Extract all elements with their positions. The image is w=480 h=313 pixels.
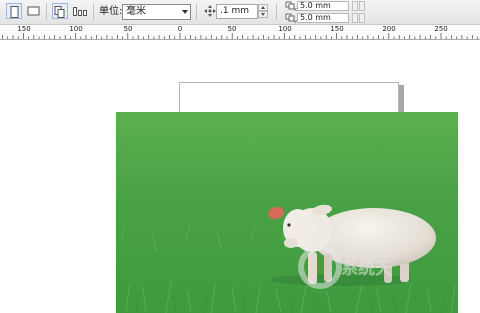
ruler-label: 0 [177,25,183,33]
nudge-distance-icon [204,5,216,17]
nudge-increase-button[interactable] [258,4,268,11]
sheep-on-grass-image: 系统天 [116,112,458,313]
unit-label: 单位: [99,6,123,17]
arrow-up-icon [261,6,265,9]
page-shadow [399,85,404,115]
unit-select-value: 毫米 [126,6,146,17]
horizontal-ruler[interactable]: 150 100 50 0 50 100 150 200 250 [0,25,480,40]
toolbar-separator [276,3,277,20]
ruler-label: 50 [227,25,237,33]
duplicate-y-spinner[interactable] [359,13,365,23]
ruler-label: 150 [330,25,344,33]
landscape-orientation-button[interactable] [26,3,42,19]
toolbar-separator [196,3,197,20]
arrow-down-icon [261,13,265,16]
current-page-icon [73,7,87,16]
duplicate-x-spinner[interactable] [352,1,358,11]
landscape-page-icon [27,6,40,16]
current-page-layout-button[interactable] [72,3,88,19]
toolbar-separator [46,3,47,20]
portrait-orientation-button[interactable] [6,3,22,19]
chevron-down-icon [182,10,188,14]
property-bar: 单位: 毫米 .1 mm x 5.0 mm y 5.0 mm [0,0,480,25]
duplicate-distance-x-input[interactable]: 5.0 mm [297,1,349,11]
ruler-label: 50 [123,25,133,33]
ruler-label: 100 [69,25,83,33]
ruler-label: 150 [17,25,31,33]
unit-select[interactable]: 毫米 [122,4,191,20]
all-pages-icon [54,6,65,18]
ruler-label: 200 [382,25,396,33]
ruler-label: 100 [278,25,292,33]
all-pages-layout-button[interactable] [52,3,68,19]
duplicate-distance-y-input[interactable]: 5.0 mm [297,13,349,23]
sheep-photo[interactable]: 系统天 [116,112,458,313]
nudge-distance-input[interactable]: .1 mm [216,4,258,19]
toolbar-separator [93,3,94,20]
ruler-label: 250 [434,25,448,33]
duplicate-x-spinner[interactable] [359,1,365,11]
nudge-decrease-button[interactable] [258,11,268,18]
watermark-text: 系统天 [341,258,393,279]
duplicate-y-spinner[interactable] [352,13,358,23]
portrait-page-icon [10,6,19,18]
